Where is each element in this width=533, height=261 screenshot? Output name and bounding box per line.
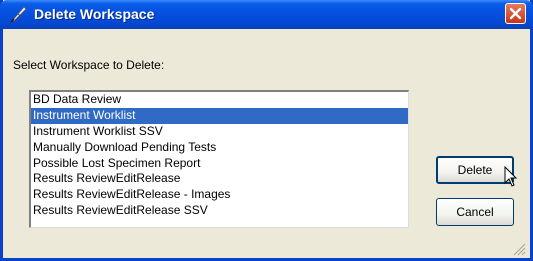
quill-icon <box>10 5 28 23</box>
close-icon <box>509 7 522 20</box>
prompt-label: Select Workspace to Delete: <box>13 58 165 72</box>
list-item[interactable]: Possible Lost Specimen Report <box>31 156 408 172</box>
list-item[interactable]: Results ReviewEditRelease - Images <box>31 187 408 203</box>
workspace-listbox[interactable]: BD Data Review Instrument Worklist Instr… <box>29 90 409 228</box>
list-item[interactable]: Manually Download Pending Tests <box>31 140 408 156</box>
delete-workspace-dialog: Delete Workspace Select Workspace to Del… <box>0 0 533 261</box>
mouse-cursor-icon <box>504 165 518 193</box>
window-title: Delete Workspace <box>34 6 155 22</box>
title-bar[interactable]: Delete Workspace <box>0 0 533 29</box>
delete-button[interactable]: Delete <box>436 156 514 184</box>
list-item[interactable]: Results ReviewEditRelease <box>31 171 408 187</box>
list-item[interactable]: Instrument Worklist SSV <box>31 124 408 140</box>
list-item[interactable]: BD Data Review <box>31 92 408 108</box>
list-item[interactable]: Results ReviewEditRelease SSV <box>31 203 408 219</box>
close-button[interactable] <box>505 3 526 24</box>
list-item-selected[interactable]: Instrument Worklist <box>31 107 408 124</box>
cancel-button[interactable]: Cancel <box>436 198 514 226</box>
resize-grip-icon[interactable] <box>512 242 526 261</box>
